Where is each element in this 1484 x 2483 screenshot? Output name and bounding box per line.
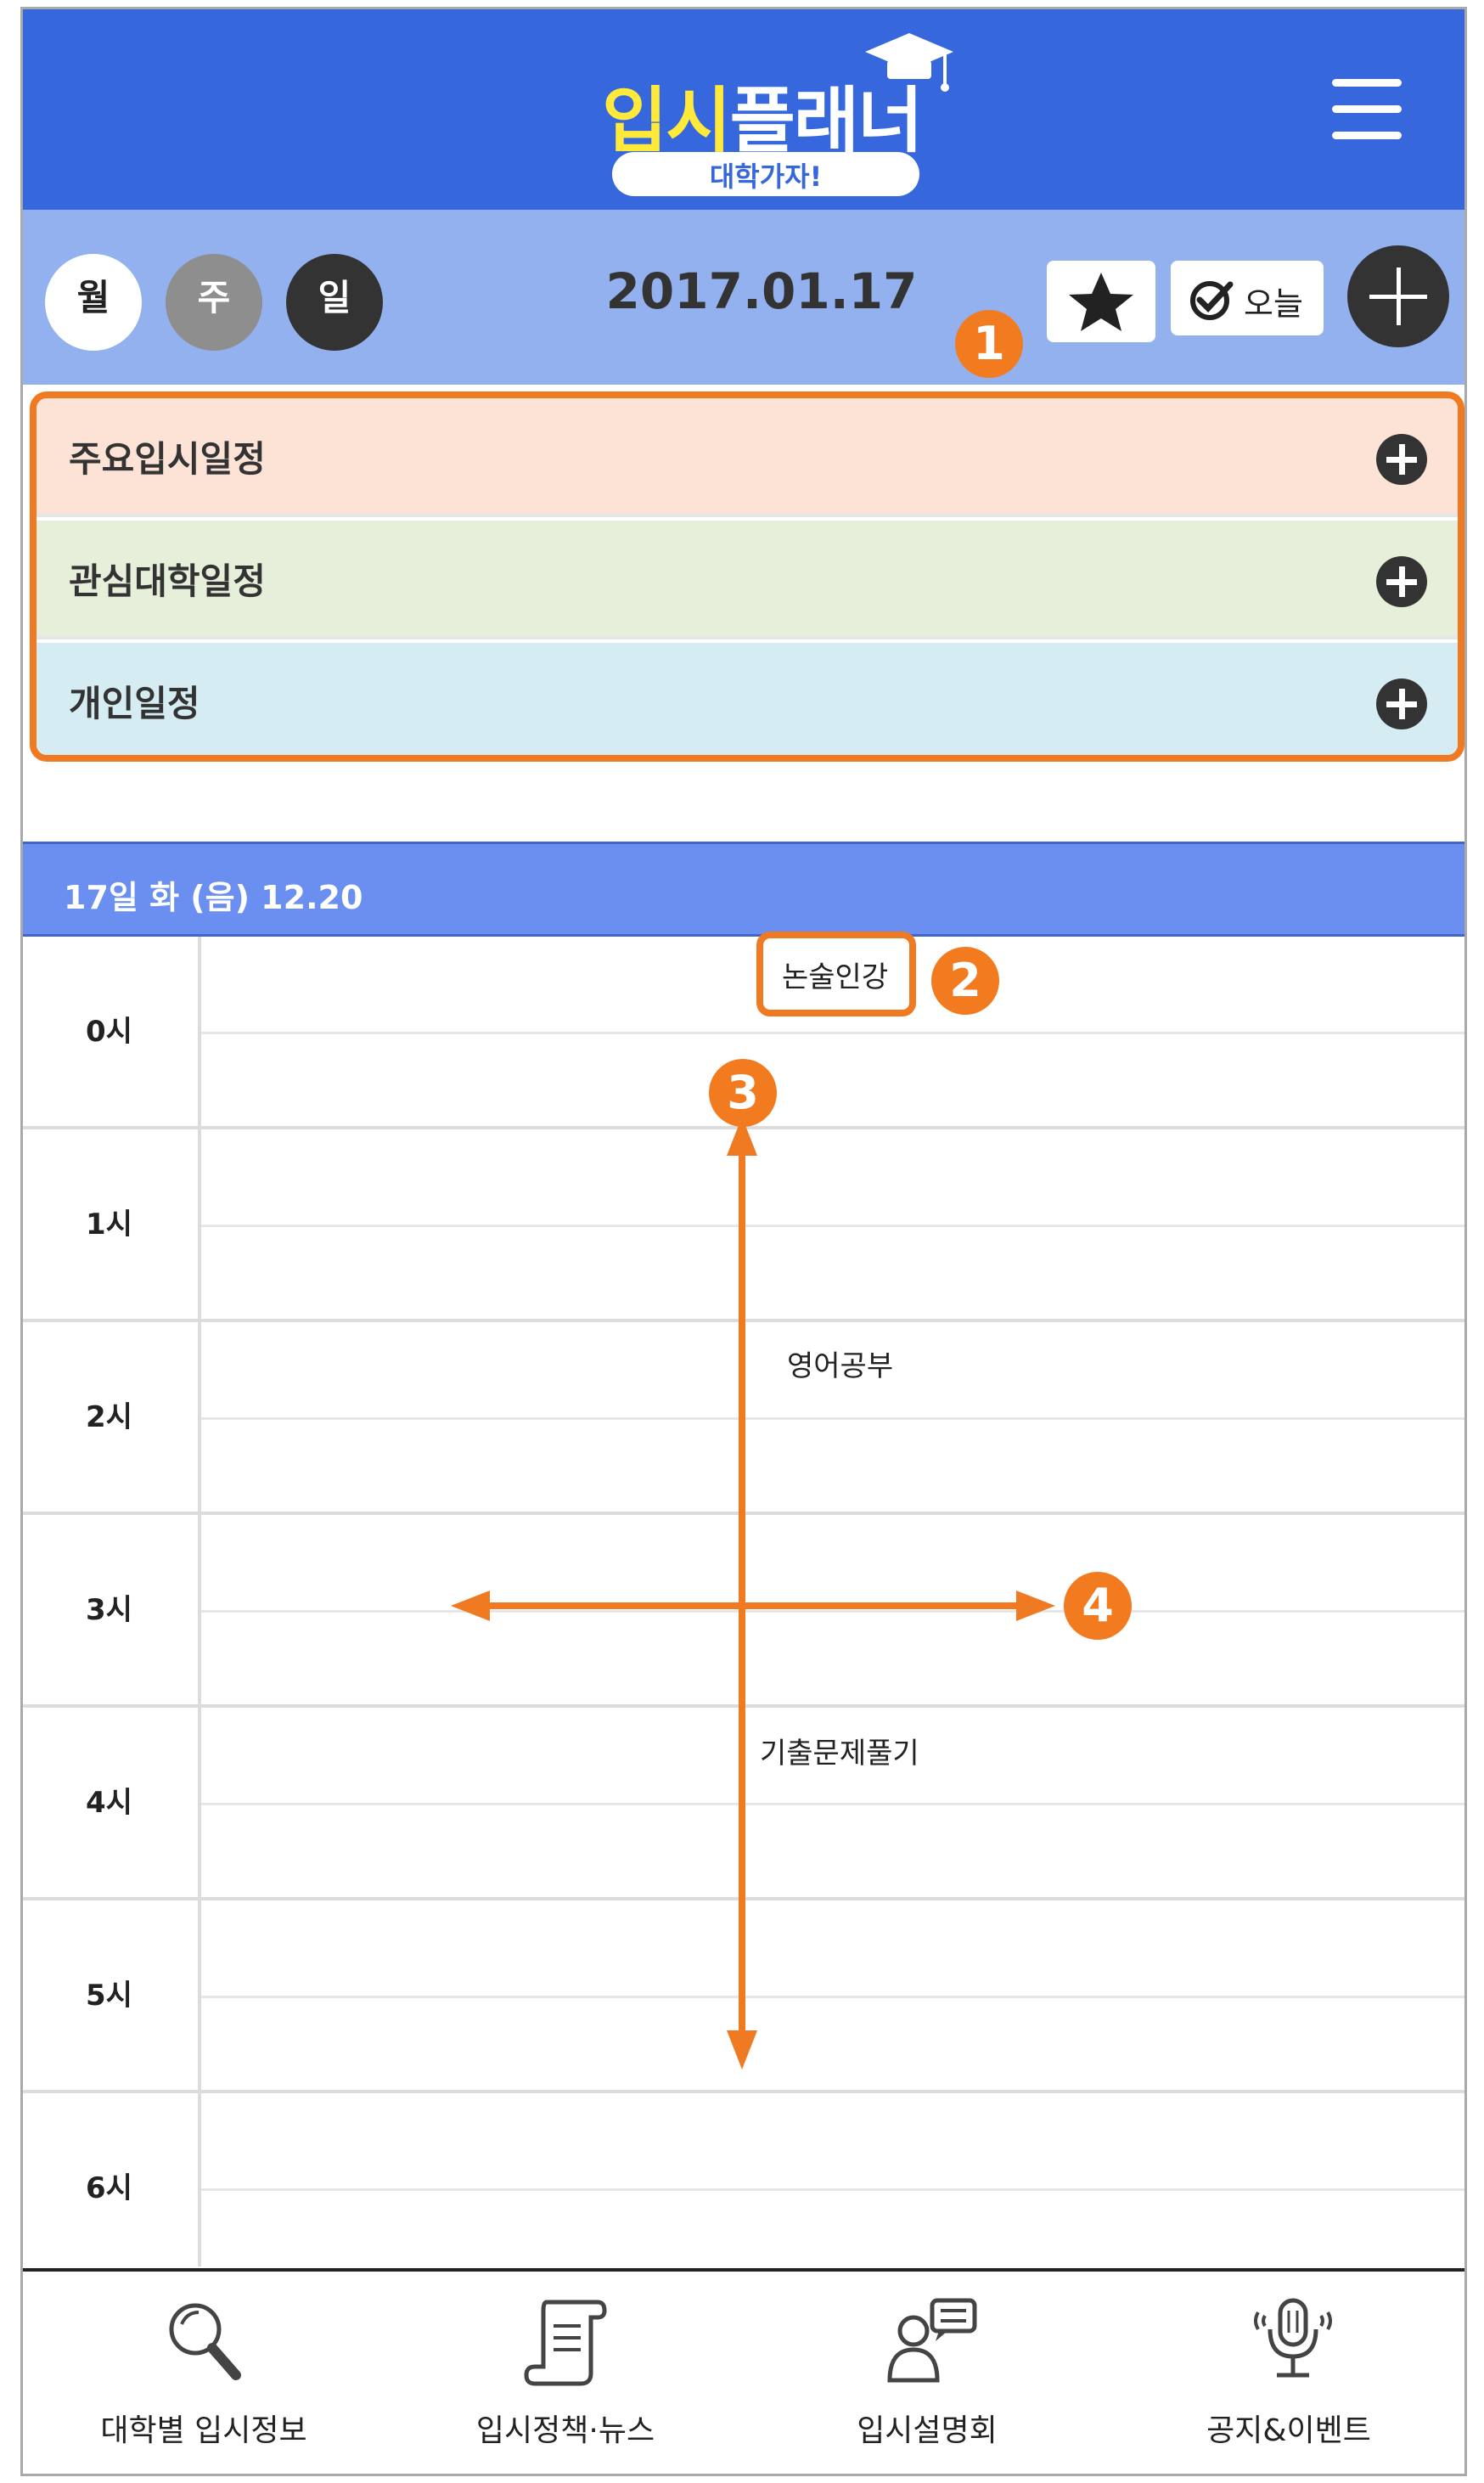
annotation-badge-2: 2	[931, 947, 999, 1015]
bottom-navigation: 대학별 입시정보 입시정책·뉴스 입시설명회 공지&이벤트	[23, 2268, 1464, 2474]
nav-label: 입시정책·뉴스	[475, 2413, 655, 2448]
gesture-arrows-icon	[451, 1117, 1055, 2069]
nav-policy-news[interactable]: 입시정책·뉴스	[385, 2272, 746, 2474]
person-speech-icon	[887, 2298, 977, 2383]
nav-label: 대학별 입시정보	[100, 2413, 307, 2448]
annotation-badge-3: 3	[709, 1059, 777, 1127]
nav-notice-event[interactable]: 공지&이벤트	[1108, 2272, 1464, 2474]
scroll-icon	[524, 2300, 607, 2386]
app-frame: 입시플래너 대학가자! 월 주 일 2017.01.17 오늘 1 주요입시일정…	[20, 7, 1467, 2476]
magnifier-icon	[169, 2303, 241, 2380]
nav-briefing-session[interactable]: 입시설명회	[746, 2272, 1108, 2474]
annotation-badge-4: 4	[1064, 1572, 1132, 1640]
microphone-icon	[1254, 2298, 1332, 2378]
nav-label: 입시설명회	[857, 2413, 998, 2448]
nav-university-info[interactable]: 대학별 입시정보	[23, 2272, 385, 2474]
nav-label: 공지&이벤트	[1206, 2413, 1371, 2448]
